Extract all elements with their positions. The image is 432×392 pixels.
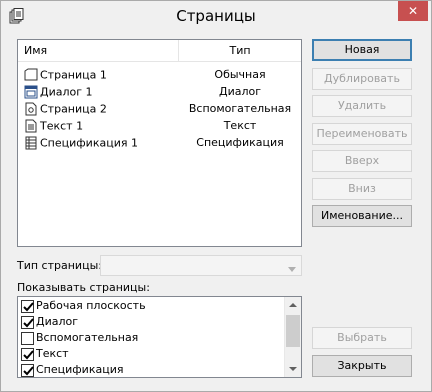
list-item[interactable]: Диалог 1 Диалог (18, 83, 301, 100)
checkbox-checked[interactable] (21, 299, 34, 313)
show-pages-item[interactable]: Диалог (21, 314, 78, 330)
title-bar: Страницы ✕ (1, 1, 431, 31)
dialog-icon (24, 85, 38, 99)
show-pages-item-label: Диалог (36, 315, 79, 328)
show-pages-item-label: Рабочая плоскость (36, 299, 146, 312)
column-header-name[interactable]: Имя (18, 40, 179, 62)
delete-button[interactable]: Удалить (312, 95, 412, 117)
naming-button[interactable]: Именование... (312, 205, 412, 227)
show-pages-item-label: Текст (36, 347, 69, 360)
list-item-name: Страница 1 (40, 68, 107, 82)
show-pages-list[interactable]: Рабочая плоскость Диалог Вспомогательная… (17, 296, 302, 378)
pages-list-header: Имя Тип (18, 40, 301, 62)
checkbox-checked[interactable] (21, 315, 34, 329)
list-item-type: Спецификация (196, 136, 284, 149)
column-header-type[interactable]: Тип (179, 40, 301, 62)
list-item-type: Диалог (218, 85, 262, 98)
specification-icon (24, 136, 38, 150)
checkbox-checked[interactable] (21, 347, 34, 361)
pages-dialog: Страницы ✕ Имя Тип Страница 1 Обычная Ди… (0, 0, 432, 392)
move-up-button[interactable]: Вверх (312, 150, 412, 172)
close-window-button[interactable]: ✕ (398, 1, 428, 21)
show-pages-label: Показывать страницы: (17, 281, 150, 294)
show-pages-item[interactable]: Спецификация (21, 362, 124, 377)
duplicate-button[interactable]: Дублировать (312, 68, 412, 90)
pages-list[interactable]: Имя Тип Страница 1 Обычная Диалог 1 Диал… (17, 39, 302, 247)
close-icon: ✕ (407, 4, 419, 18)
page-type-select[interactable] (100, 255, 302, 276)
text-page-icon (24, 119, 38, 133)
close-button[interactable]: Закрыть (312, 355, 412, 377)
show-pages-scrollbar[interactable] (284, 297, 301, 377)
rename-button[interactable]: Переименовать (312, 123, 412, 145)
list-item-type: Текст (223, 119, 257, 132)
show-pages-item[interactable]: Текст (21, 346, 69, 362)
scroll-down-arrow-icon[interactable] (285, 360, 301, 377)
list-item-name: Спецификация 1 (40, 136, 138, 150)
list-item-name: Текст 1 (40, 119, 84, 133)
select-button[interactable]: Выбрать (312, 327, 412, 349)
list-item[interactable]: Страница 2 Вспомогательная (18, 100, 301, 117)
show-pages-item[interactable]: Рабочая плоскость (21, 298, 146, 314)
list-item[interactable]: Текст 1 Текст (18, 117, 301, 134)
scroll-up-arrow-icon[interactable] (285, 297, 301, 314)
window-title: Страницы (176, 7, 256, 25)
list-item[interactable]: Спецификация 1 Спецификация (18, 134, 301, 151)
list-item-name: Страница 2 (40, 102, 107, 116)
new-button[interactable]: Новая (312, 39, 412, 61)
list-item[interactable]: Страница 1 Обычная (18, 66, 301, 83)
checkbox-unchecked[interactable] (21, 331, 34, 345)
chevron-down-icon (288, 263, 296, 272)
auxiliary-page-icon (24, 102, 38, 116)
list-item-type: Обычная (214, 68, 266, 81)
page-outline-icon (24, 68, 38, 82)
show-pages-item[interactable]: Вспомогательная (21, 330, 138, 346)
checkbox-checked[interactable] (21, 363, 34, 377)
move-down-button[interactable]: Вниз (312, 178, 412, 200)
show-pages-item-label: Вспомогательная (36, 331, 139, 344)
show-pages-item-label: Спецификация (36, 363, 124, 376)
list-item-type: Вспомогательная (188, 102, 292, 115)
scrollbar-thumb[interactable] (286, 315, 300, 347)
list-item-name: Диалог 1 (40, 85, 93, 99)
page-type-label: Тип страницы: (17, 259, 102, 272)
